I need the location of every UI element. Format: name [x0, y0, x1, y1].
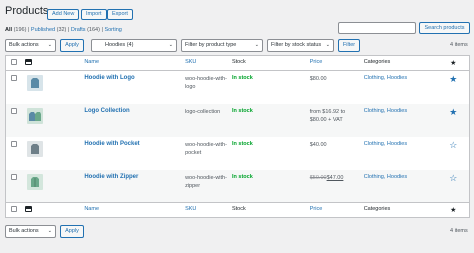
image-icon	[25, 59, 33, 65]
product-categories[interactable]: Clothing, Hoodies	[364, 75, 407, 81]
sale-price: $47.00	[326, 174, 344, 181]
row-checkbox[interactable]	[11, 140, 17, 147]
chevron-down-icon: ⌄	[254, 42, 259, 48]
featured-star-icon[interactable]: ★	[449, 107, 457, 117]
price-column-header[interactable]: Price	[310, 59, 323, 65]
row-checkbox[interactable]	[11, 107, 17, 114]
chevron-down-icon: ⌄	[168, 42, 173, 48]
featured-column-star-icon[interactable]: ★	[450, 60, 456, 67]
product-categories[interactable]: Clothing, Hoodies	[364, 108, 407, 114]
name-column-footer[interactable]: Name	[84, 206, 99, 212]
chevron-down-icon: ⌄	[47, 228, 52, 234]
product-thumbnail[interactable]	[27, 107, 44, 124]
search-input[interactable]	[338, 22, 416, 34]
filter-published-link[interactable]: Published (32)	[31, 27, 66, 33]
page-title: Products	[5, 5, 49, 17]
row-checkbox[interactable]	[11, 173, 17, 180]
featured-column-star-icon[interactable]: ★	[450, 207, 456, 214]
status-filter-links: All (196) | Published (32) | Drafts (164…	[5, 27, 122, 33]
product-sku: woo-hoodie-with-zipper	[185, 174, 227, 189]
category-select[interactable]: Hoodies (4) ⌄	[91, 39, 177, 52]
featured-star-outline-icon[interactable]: ☆	[449, 140, 457, 150]
stock-status: In stock	[231, 140, 253, 147]
stock-status: In stock	[231, 75, 253, 81]
apply-button[interactable]: Apply	[60, 39, 84, 52]
product-name-link[interactable]: Hoodie with Zipper	[84, 174, 138, 180]
product-price: from $16.92 to $80.00 + VAT	[309, 108, 346, 123]
select-all-checkbox[interactable]	[11, 59, 17, 65]
categories-column-footer: Categories	[361, 202, 438, 218]
product-thumbnail[interactable]	[27, 173, 44, 190]
items-count: 4 items	[450, 42, 468, 48]
filter-drafts-link[interactable]: Drafts (164)	[71, 27, 100, 33]
stock-status-select[interactable]: Filter by stock status ⌄	[267, 39, 334, 52]
product-price: $80.00	[309, 76, 327, 82]
table-row: Logo Collection logo-collection In stock…	[5, 103, 470, 137]
table-row: Hoodie with Zipper woo-hoodie-with-zippe…	[5, 169, 470, 203]
bulk-actions-select[interactable]: Bulk actions ⌄	[5, 39, 56, 52]
product-thumbnail[interactable]	[27, 75, 44, 91]
stock-status: In stock	[231, 173, 253, 180]
featured-star-outline-icon[interactable]: ☆	[449, 173, 457, 183]
add-new-button[interactable]: Add New	[47, 9, 80, 20]
product-categories[interactable]: Clothing, Hoodies	[364, 174, 407, 180]
table-row: Hoodie with Pocket woo-hoodie-with-pocke…	[6, 137, 470, 170]
row-checkbox[interactable]	[11, 75, 17, 81]
chevron-down-icon: ⌄	[325, 42, 330, 48]
name-column-header[interactable]: Name	[84, 59, 99, 65]
filter-button[interactable]: Filter	[338, 39, 360, 52]
product-price: $40.00	[309, 141, 327, 148]
stock-column-footer: Stock	[229, 202, 308, 218]
bulk-actions-select-bottom[interactable]: Bulk actions ⌄	[5, 225, 56, 238]
product-categories[interactable]: Clothing, Hoodies	[364, 141, 407, 147]
chevron-down-icon: ⌄	[47, 42, 52, 48]
apply-button-bottom[interactable]: Apply	[60, 225, 84, 238]
product-type-select[interactable]: Filter by product type ⌄	[181, 39, 263, 52]
product-sku: woo-hoodie-with-pocket	[185, 141, 227, 156]
product-name-link[interactable]: Hoodie with Logo	[84, 75, 134, 81]
sorting-link[interactable]: Sorting	[104, 27, 121, 33]
product-name-link[interactable]: Logo Collection	[84, 108, 129, 114]
product-thumbnail[interactable]	[27, 140, 44, 157]
table-header-row: Name SKU Stock Price Categories ★	[5, 55, 470, 71]
table-row: Hoodie with Logo woo-hoodie-with-logo In…	[6, 71, 470, 104]
export-button[interactable]: Export	[107, 9, 133, 20]
products-table: Name SKU Stock Price Categories ★ Hoodie…	[5, 55, 470, 218]
categories-column-header: Categories	[361, 55, 438, 71]
price-column-footer[interactable]: Price	[310, 206, 323, 212]
image-icon	[25, 206, 33, 212]
stock-column-header: Stock	[229, 55, 308, 71]
items-count-bottom: 4 items	[450, 228, 468, 234]
sku-column-footer[interactable]: SKU	[185, 206, 196, 212]
product-sku: logo-collection	[185, 108, 221, 115]
stock-status: In stock	[231, 107, 253, 114]
table-footer-row: Name SKU Stock Price Categories ★	[5, 202, 470, 218]
product-price: $50.00$47.00	[308, 170, 362, 203]
product-name-link[interactable]: Hoodie with Pocket	[84, 141, 139, 147]
import-button[interactable]: Import	[81, 9, 107, 20]
product-sku: woo-hoodie-with-logo	[185, 76, 227, 90]
select-all-checkbox-footer[interactable]	[11, 206, 17, 212]
featured-star-icon[interactable]: ★	[449, 74, 457, 84]
regular-price: $50.00	[309, 174, 327, 181]
search-products-button[interactable]: Search products	[419, 22, 470, 34]
filter-all-link[interactable]: All (196)	[5, 27, 26, 33]
sku-column-header[interactable]: SKU	[185, 59, 196, 65]
